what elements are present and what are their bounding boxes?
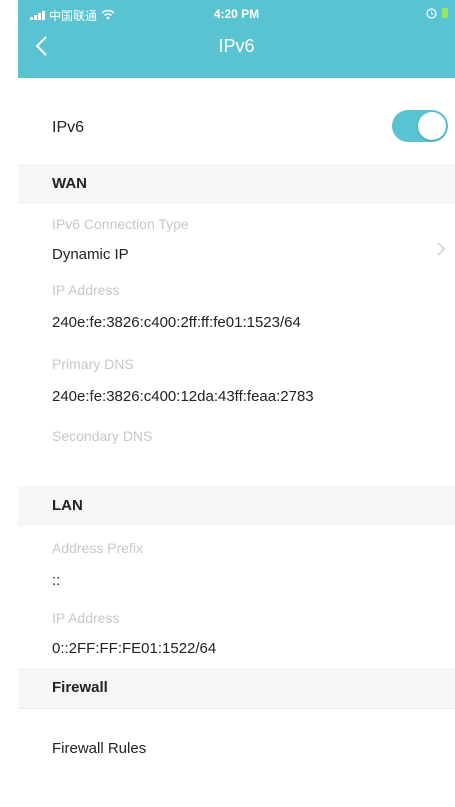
firewall-section-title: Firewall bbox=[52, 679, 108, 696]
toggle-knob bbox=[418, 112, 446, 140]
lan-ip-address-value: 0::2FF:FF:FE01:1522/64 bbox=[52, 640, 217, 657]
status-time: 4:20 PM bbox=[213, 7, 260, 21]
wan-secondary-dns-label: Secondary DNS bbox=[52, 428, 153, 444]
wan-primary-dns-value: 240e:fe:3826:c400:12da:43ff:feaa:2783 bbox=[52, 388, 314, 405]
firewall-rules-row[interactable]: Firewall Rules bbox=[18, 722, 455, 762]
wan-section-title: WAN bbox=[52, 175, 87, 192]
wan-primary-dns-label: Primary DNS bbox=[52, 356, 134, 372]
chevron-right-icon bbox=[437, 240, 446, 261]
app-screen: 中国联通 4:20 PM IPv6 IPv6 WAN IPv6 Connecti… bbox=[0, 0, 455, 807]
wan-connection-type-value: Dynamic IP bbox=[52, 246, 129, 263]
wan-ip-address-value: 240e:fe:3826:c400:2ff:ff:fe01:1523/64 bbox=[52, 314, 301, 331]
divider bbox=[18, 708, 455, 709]
wan-ip-address-row: IP Address 240e:fe:3826:c400:2ff:ff:fe01… bbox=[18, 280, 455, 348]
firewall-rules-label: Firewall Rules bbox=[52, 740, 147, 757]
settings-content: IPv6 WAN IPv6 Connection Type Dynamic IP… bbox=[18, 78, 455, 807]
ipv6-toggle-label: IPv6 bbox=[52, 119, 85, 136]
wan-connection-type-row[interactable]: IPv6 Connection Type Dynamic IP bbox=[18, 204, 455, 270]
lan-address-prefix-value: :: bbox=[52, 572, 61, 589]
ipv6-toggle-row: IPv6 bbox=[18, 106, 455, 152]
alarm-icon bbox=[426, 7, 437, 22]
battery-icon bbox=[441, 7, 449, 22]
lan-section-header: LAN bbox=[18, 486, 455, 526]
firewall-section-header: Firewall bbox=[18, 668, 455, 708]
wan-section-header: WAN bbox=[18, 164, 455, 204]
lan-ip-address-row: IP Address 0::2FF:FF:FE01:1522/64 bbox=[18, 608, 455, 662]
status-bar: 中国联通 4:20 PM bbox=[18, 0, 455, 28]
wan-primary-dns-row: Primary DNS 240e:fe:3826:c400:12da:43ff:… bbox=[18, 354, 455, 422]
top-bar: 中国联通 4:20 PM IPv6 bbox=[18, 0, 455, 78]
page-title: IPv6 bbox=[218, 36, 255, 56]
lan-ip-address-label: IP Address bbox=[52, 610, 120, 626]
status-right bbox=[426, 7, 449, 22]
lan-address-prefix-row: Address Prefix :: bbox=[18, 532, 455, 592]
ipv6-toggle-switch[interactable] bbox=[392, 110, 448, 142]
wan-connection-type-label: IPv6 Connection Type bbox=[52, 216, 189, 232]
wan-secondary-dns-row: Secondary DNS bbox=[18, 428, 455, 468]
lan-section-title: LAN bbox=[52, 497, 83, 514]
lan-address-prefix-label: Address Prefix bbox=[52, 540, 144, 556]
wan-ip-address-label: IP Address bbox=[52, 282, 120, 298]
